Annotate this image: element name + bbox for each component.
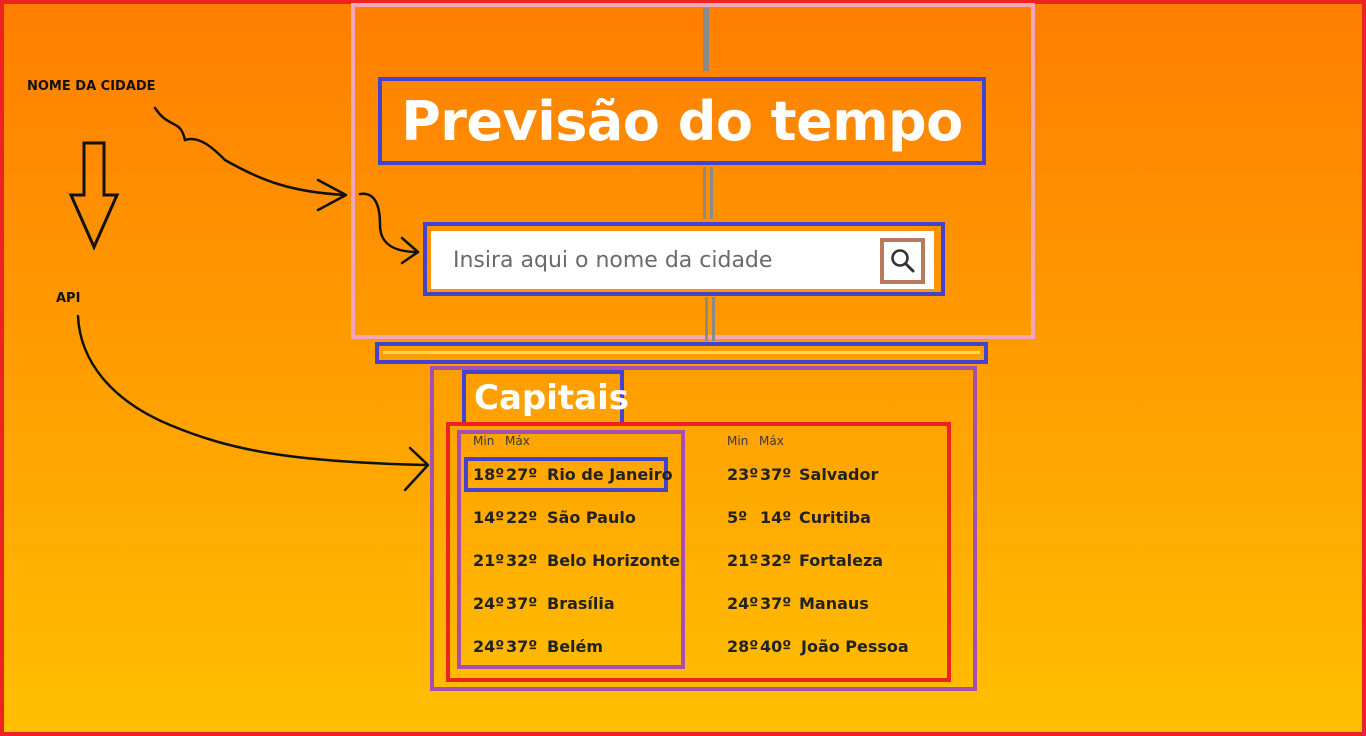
annotation-arrows (68, 106, 430, 492)
arrow-down-icon (68, 141, 120, 251)
arrow-city-to-title (153, 106, 347, 197)
arrow-api-to-capitals (76, 314, 430, 467)
arrowhead (403, 446, 430, 492)
